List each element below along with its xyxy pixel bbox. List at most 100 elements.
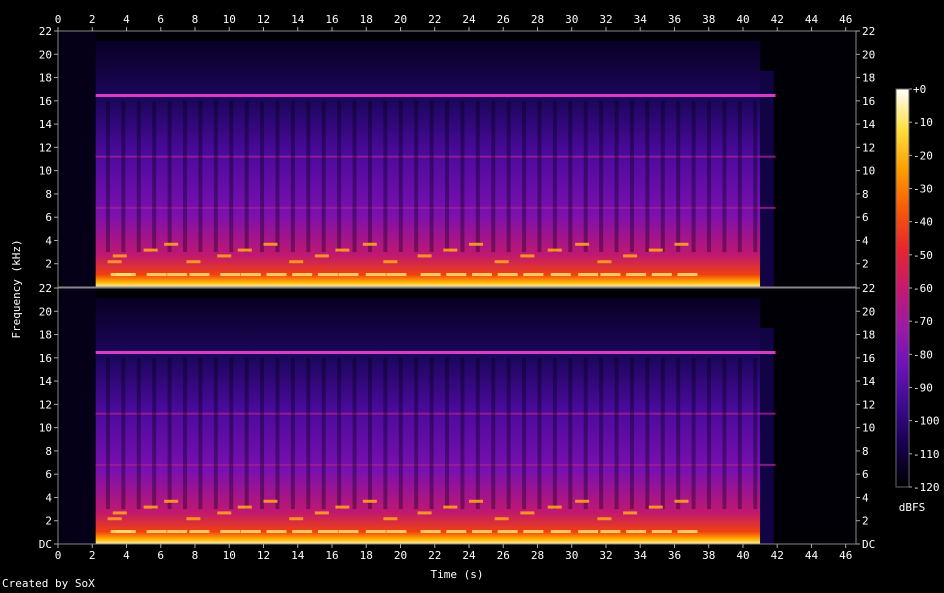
y-tick-label-right: 6 xyxy=(862,211,869,224)
x-tick-label-bottom: 20 xyxy=(394,549,407,562)
y-tick-label-left: 10 xyxy=(39,165,52,178)
y-tick-label-left: 18 xyxy=(39,329,52,342)
x-tick-label-top: 4 xyxy=(123,13,130,26)
y-tick-label-left: 8 xyxy=(45,445,52,458)
colorbar-tick-label: -50 xyxy=(913,249,933,262)
y-tick-label-right: 22 xyxy=(862,282,875,295)
y-tick-label-right: 16 xyxy=(862,352,875,365)
x-tick-label-top: 10 xyxy=(223,13,236,26)
y-tick-label-left: 14 xyxy=(39,375,53,388)
x-tick-label-top: 34 xyxy=(634,13,648,26)
y-tick-label-right: 20 xyxy=(862,48,875,61)
x-tick-label-bottom: 22 xyxy=(428,549,441,562)
x-tick-label-top: 22 xyxy=(428,13,441,26)
y-tick-label-left: 6 xyxy=(45,211,52,224)
tone-line-6.8khz xyxy=(95,206,776,209)
x-tick-label-bottom: 32 xyxy=(599,549,612,562)
x-tick-label-top: 12 xyxy=(257,13,270,26)
y-tick-label-left: 20 xyxy=(39,305,52,318)
x-tick-label-top: 2 xyxy=(89,13,96,26)
x-tick-label-bottom: 42 xyxy=(771,549,784,562)
channel-2-panel xyxy=(57,287,857,545)
y-tick-label-right: 8 xyxy=(862,188,869,201)
colorbar-tick-label: -40 xyxy=(913,216,933,229)
x-tick-label-bottom: 8 xyxy=(192,549,199,562)
colorbar-tick-label: -60 xyxy=(913,282,933,295)
tone-line-16.5khz xyxy=(95,94,776,97)
x-tick-label-top: 8 xyxy=(192,13,199,26)
y-tick-label-right: 10 xyxy=(862,422,875,435)
y-tick-label-right: 4 xyxy=(862,234,869,247)
x-tick-label-bottom: 28 xyxy=(531,549,544,562)
y-tick-label-right: 8 xyxy=(862,445,869,458)
x-tick-label-bottom: 0 xyxy=(55,549,62,562)
y-tick-label-right: DC xyxy=(862,538,875,551)
x-tick-label-bottom: 26 xyxy=(497,549,510,562)
x-tick-label-top: 6 xyxy=(157,13,164,26)
y-tick-label-left: 16 xyxy=(39,95,52,108)
preroll-region xyxy=(61,31,96,287)
x-tick-label-top: 46 xyxy=(839,13,852,26)
x-tick-label-bottom: 18 xyxy=(360,549,373,562)
x-tick-label-top: 44 xyxy=(805,13,819,26)
colorbar-tick-label: -100 xyxy=(913,415,940,428)
x-tick-label-top: 26 xyxy=(497,13,510,26)
x-tick-label-top: 38 xyxy=(702,13,715,26)
y-tick-label-right: 4 xyxy=(862,491,869,504)
x-tick-label-top: 28 xyxy=(531,13,544,26)
y-tick-label-left: 14 xyxy=(39,118,53,131)
channel-1-panel xyxy=(57,30,857,288)
colorbar xyxy=(895,88,910,488)
x-tick-label-top: 40 xyxy=(736,13,749,26)
x-tick-label-top: 14 xyxy=(291,13,305,26)
colorbar-tick-label: +0 xyxy=(913,83,926,96)
x-tick-label-bottom: 6 xyxy=(157,549,164,562)
y-tick-label-right: 2 xyxy=(862,515,869,528)
tone-line-16.5khz xyxy=(95,351,776,354)
x-tick-label-bottom: 34 xyxy=(634,549,648,562)
y-tick-label-left: 2 xyxy=(45,515,52,528)
y-tick-label-right: 14 xyxy=(862,375,876,388)
y-tick-label-right: 14 xyxy=(862,118,876,131)
x-tick-label-bottom: 16 xyxy=(325,549,338,562)
y-tick-label-left: 22 xyxy=(39,25,52,38)
x-tick-label-top: 36 xyxy=(668,13,681,26)
y-axis-label: Frequency (kHz) xyxy=(10,239,23,338)
y-tick-label-left: 2 xyxy=(45,258,52,271)
x-tick-label-bottom: 12 xyxy=(257,549,270,562)
colorbar-tick-label: -90 xyxy=(913,382,933,395)
x-tick-label-top: 20 xyxy=(394,13,407,26)
colorbar-tick-label: -120 xyxy=(913,481,940,494)
y-tick-label-right: 2 xyxy=(862,258,869,271)
y-tick-label-left: 16 xyxy=(39,352,52,365)
y-tick-label-right: 18 xyxy=(862,72,875,85)
y-tick-label-left: 4 xyxy=(45,234,52,247)
x-tick-label-bottom: 44 xyxy=(805,549,819,562)
preroll-region xyxy=(61,288,96,544)
y-tick-label-right: 18 xyxy=(862,329,875,342)
x-tick-label-top: 24 xyxy=(462,13,476,26)
x-tick-label-top: 32 xyxy=(599,13,612,26)
x-axis-label: Time (s) xyxy=(431,568,484,581)
x-tick-label-bottom: 30 xyxy=(565,549,578,562)
y-tick-label-right: 6 xyxy=(862,468,869,481)
x-tick-label-bottom: 36 xyxy=(668,549,681,562)
x-tick-label-bottom: 2 xyxy=(89,549,96,562)
y-tick-label-left: 12 xyxy=(39,141,52,154)
y-tick-label-left: 18 xyxy=(39,72,52,85)
y-tick-label-left: 4 xyxy=(45,491,52,504)
y-tick-label-right: 10 xyxy=(862,165,875,178)
x-tick-label-top: 0 xyxy=(55,13,62,26)
x-tick-label-top: 42 xyxy=(771,13,784,26)
y-tick-label-right: 16 xyxy=(862,95,875,108)
y-tick-label-right: 20 xyxy=(862,305,875,318)
tone-line-6.8khz xyxy=(95,463,776,466)
colorbar-unit-label: dBFS xyxy=(899,501,926,514)
spectrogram-chart: 0022446688101012121414161618182020222224… xyxy=(10,13,940,581)
x-tick-label-bottom: 10 xyxy=(223,549,236,562)
x-tick-label-top: 18 xyxy=(360,13,373,26)
x-tick-label-bottom: 38 xyxy=(702,549,715,562)
created-by-credit: Created by SoX xyxy=(2,577,95,590)
y-tick-label-left: DC xyxy=(39,538,52,551)
x-tick-label-bottom: 24 xyxy=(462,549,476,562)
